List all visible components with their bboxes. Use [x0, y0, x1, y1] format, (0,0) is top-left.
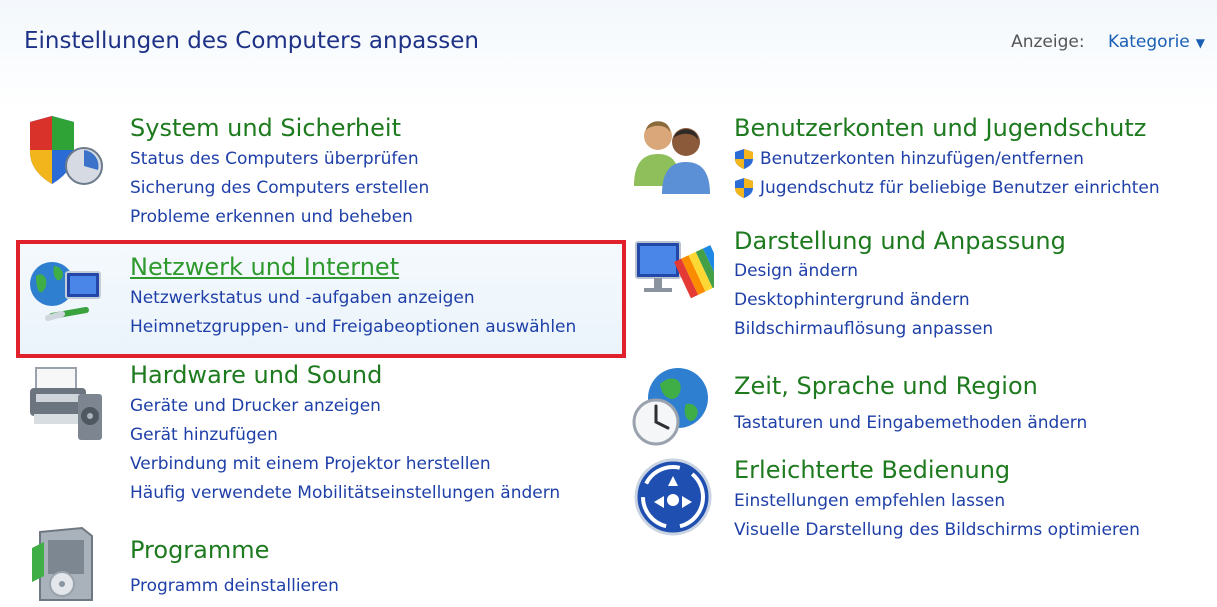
- category-title-system[interactable]: System und Sicherheit: [130, 113, 401, 143]
- link-recommendations[interactable]: Einstellungen empfehlen lassen: [734, 488, 1005, 514]
- link-homegroup[interactable]: Heimnetzgruppen- und Freigabeoptionen au…: [130, 314, 576, 340]
- category-title-clock[interactable]: Zeit, Sprache und Region: [734, 371, 1038, 401]
- page-title: Einstellungen des Computers anpassen: [24, 28, 479, 54]
- link-add-device[interactable]: Gerät hinzufügen: [130, 422, 278, 448]
- network-icon[interactable]: [26, 252, 106, 332]
- link-desktop-background[interactable]: Desktophintergrund ändern: [734, 287, 970, 313]
- link-devices-printers[interactable]: Geräte und Drucker anzeigen: [130, 393, 381, 419]
- view-dropdown[interactable]: Kategorie ▼: [1108, 32, 1205, 52]
- link-add-remove-accounts[interactable]: Benutzerkonten hinzufügen/entfernen: [760, 146, 1084, 172]
- link-backup[interactable]: Sicherung des Computers erstellen: [130, 175, 429, 201]
- link-projector[interactable]: Verbindung mit einem Projektor herstelle…: [130, 451, 491, 477]
- uac-shield-icon: [735, 149, 753, 169]
- link-keyboards[interactable]: Tastaturen und Eingabemethoden ändern: [734, 410, 1087, 436]
- view-label: Anzeige:: [1011, 32, 1085, 52]
- link-uninstall[interactable]: Programm deinstallieren: [130, 573, 339, 599]
- category-title-users[interactable]: Benutzerkonten und Jugendschutz: [734, 113, 1146, 143]
- category-title-appearance[interactable]: Darstellung und Anpassung: [734, 226, 1066, 256]
- link-parental-controls[interactable]: Jugendschutz für beliebige Benutzer einr…: [760, 175, 1160, 201]
- link-mobility[interactable]: Häufig verwendete Mobilitätseinstellunge…: [130, 480, 560, 506]
- category-title-programs[interactable]: Programme: [130, 535, 269, 565]
- view-selector: Anzeige: Kategorie ▼: [1011, 32, 1205, 52]
- appearance-icon[interactable]: [632, 232, 714, 314]
- view-value[interactable]: Kategorie: [1108, 32, 1190, 52]
- link-troubleshoot[interactable]: Probleme erkennen und beheben: [130, 204, 413, 230]
- link-optimize-display[interactable]: Visuelle Darstellung des Bildschirms opt…: [734, 517, 1140, 543]
- link-screen-resolution[interactable]: Bildschirmauflösung anpassen: [734, 316, 993, 342]
- uac-shield-icon: [735, 178, 753, 198]
- header-background: [0, 0, 1217, 110]
- programs-icon[interactable]: [26, 522, 106, 602]
- printer-icon[interactable]: [26, 364, 106, 444]
- category-title-network[interactable]: Netzwerk und Internet: [130, 252, 399, 282]
- link-change-theme[interactable]: Design ändern: [734, 258, 858, 284]
- shield-icon[interactable]: [26, 112, 106, 192]
- chevron-down-icon[interactable]: ▼: [1196, 36, 1205, 50]
- link-network-status[interactable]: Netzwerkstatus und -aufgaben anzeigen: [130, 285, 475, 311]
- link-status-check[interactable]: Status des Computers überprüfen: [130, 146, 419, 172]
- clock-globe-icon[interactable]: [630, 364, 714, 448]
- category-title-hardware[interactable]: Hardware und Sound: [130, 360, 382, 390]
- ease-of-access-icon[interactable]: [632, 456, 714, 538]
- users-icon[interactable]: [630, 112, 714, 196]
- category-title-ease[interactable]: Erleichterte Bedienung: [734, 455, 1010, 485]
